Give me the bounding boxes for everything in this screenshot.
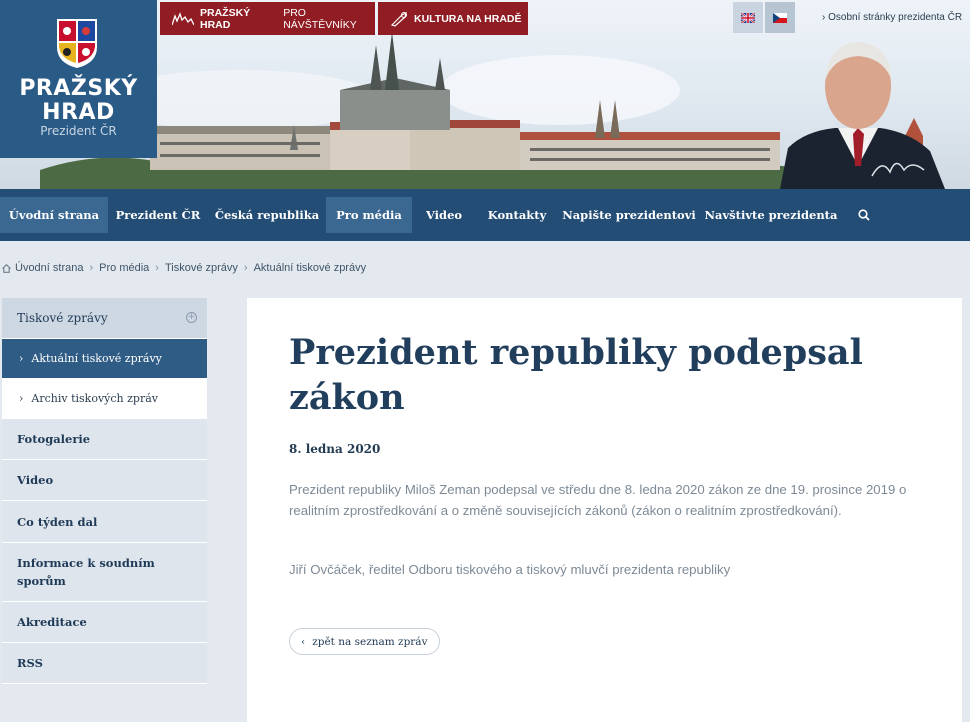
tab-prazsky-hrad-bold: PRAŽSKÝ HRAD bbox=[200, 6, 251, 31]
nav-prezident-cr[interactable]: Prezident ČR bbox=[108, 197, 208, 233]
castle-icon bbox=[172, 11, 194, 25]
tab-kultura-na-hrade[interactable]: KULTURA NA HRADĚ bbox=[378, 2, 528, 35]
nav-uvodni-strana[interactable]: Úvodní strana bbox=[0, 197, 108, 233]
nav-video[interactable]: Video bbox=[412, 197, 476, 233]
sidebar-item-rss[interactable]: RSS bbox=[2, 643, 207, 684]
article-paragraph: Prezident republiky Miloš Zeman podepsal… bbox=[289, 482, 907, 518]
sidebar-item-label: Tiskové zprávy bbox=[17, 311, 108, 325]
nav-napiste-prezidentovi[interactable]: Napište prezidentovi bbox=[558, 197, 700, 233]
sidebar-item-tiskove-zpravy[interactable]: Tiskové zprávy + bbox=[2, 298, 207, 339]
page-title: Prezident republiky podepsal zákon bbox=[289, 332, 863, 418]
site-logo[interactable]: PRAŽSKÝ HRAD Prezident ČR bbox=[0, 0, 157, 158]
logo-name: PRAŽSKÝ HRAD bbox=[19, 76, 138, 125]
nav-navstivte-prezidenta[interactable]: Navštivte prezidenta bbox=[700, 197, 842, 233]
sidebar-subitem-label: Archiv tiskových zpráv bbox=[31, 392, 158, 405]
sidebar-subitem-aktualni[interactable]: › Aktuální tiskové zprávy bbox=[2, 339, 207, 379]
breadcrumb: Úvodní strana › Pro média › Tiskové zprá… bbox=[2, 262, 366, 274]
sidebar-item-video[interactable]: Video bbox=[2, 460, 207, 501]
search-button[interactable] bbox=[851, 197, 877, 233]
sidebar-item-soudni-spory[interactable]: Informace k soudním sporům bbox=[2, 543, 207, 602]
personal-page-link[interactable]: › Osobní stránky prezidenta ČR bbox=[822, 12, 962, 23]
breadcrumb-separator: › bbox=[155, 262, 159, 274]
sidebar-item-co-tyden-dal[interactable]: Co týden dal bbox=[2, 501, 207, 543]
tab-kultura-label: KULTURA NA HRADĚ bbox=[414, 12, 522, 25]
sidebar-item-akreditace[interactable]: Akreditace bbox=[2, 602, 207, 643]
breadcrumb-home[interactable]: Úvodní strana bbox=[15, 262, 83, 274]
breadcrumb-current: Aktuální tiskové zprávy bbox=[253, 262, 367, 274]
chevron-right-icon: › bbox=[19, 352, 24, 365]
article-panel: Prezident republiky podepsal zákon 8. le… bbox=[247, 298, 962, 722]
coat-of-arms-icon bbox=[57, 19, 97, 68]
nav-kontakty[interactable]: Kontakty bbox=[476, 197, 558, 233]
logo-subtitle: Prezident ČR bbox=[40, 124, 117, 138]
home-icon bbox=[2, 263, 11, 273]
site-header: PRAŽSKÝ HRAD Prezident ČR PRAŽSKÝ HRAD P… bbox=[0, 0, 970, 189]
chevron-right-icon: › bbox=[19, 392, 24, 405]
back-button-label: zpět na seznam zpráv bbox=[312, 635, 428, 648]
breadcrumb-separator: › bbox=[243, 262, 248, 274]
article-date: 8. ledna 2020 bbox=[289, 442, 381, 456]
sidebar-subitem-label: Aktuální tiskové zprávy bbox=[31, 352, 162, 365]
search-icon bbox=[858, 209, 870, 221]
breadcrumb-tiskove-zpravy[interactable]: Tiskové zprávy bbox=[165, 262, 238, 274]
article-signature: Jiří Ovčáček, ředitel Odboru tiskového a… bbox=[289, 562, 731, 577]
sidebar-item-fotogalerie[interactable]: Fotogalerie bbox=[2, 419, 207, 460]
tab-prazsky-hrad[interactable]: PRAŽSKÝ HRAD PRO NÁVŠTĚVNÍKY bbox=[160, 2, 375, 35]
main-navigation: Úvodní strana Prezident ČR Česká republi… bbox=[0, 189, 970, 241]
breadcrumb-pro-media[interactable]: Pro média bbox=[99, 262, 149, 274]
back-to-list-button[interactable]: ‹ zpět na seznam zpráv bbox=[289, 628, 440, 655]
nav-pro-media[interactable]: Pro média bbox=[326, 197, 412, 233]
chevron-left-icon: ‹ bbox=[301, 635, 306, 648]
language-english-button[interactable] bbox=[733, 2, 763, 33]
expand-icon[interactable]: + bbox=[186, 312, 197, 323]
language-czech-button[interactable] bbox=[765, 2, 795, 33]
uk-flag-icon bbox=[741, 12, 755, 23]
czech-flag-icon bbox=[773, 12, 787, 23]
breadcrumb-separator: › bbox=[89, 262, 94, 274]
horn-icon bbox=[390, 11, 407, 27]
nav-ceska-republika[interactable]: Česká republika bbox=[208, 197, 326, 233]
tab-prazsky-hrad-light: PRO NÁVŠTĚVNÍKY bbox=[283, 6, 357, 31]
sidebar-subitem-archiv[interactable]: › Archiv tiskových zpráv bbox=[2, 379, 207, 419]
president-portrait-image bbox=[780, 42, 945, 189]
